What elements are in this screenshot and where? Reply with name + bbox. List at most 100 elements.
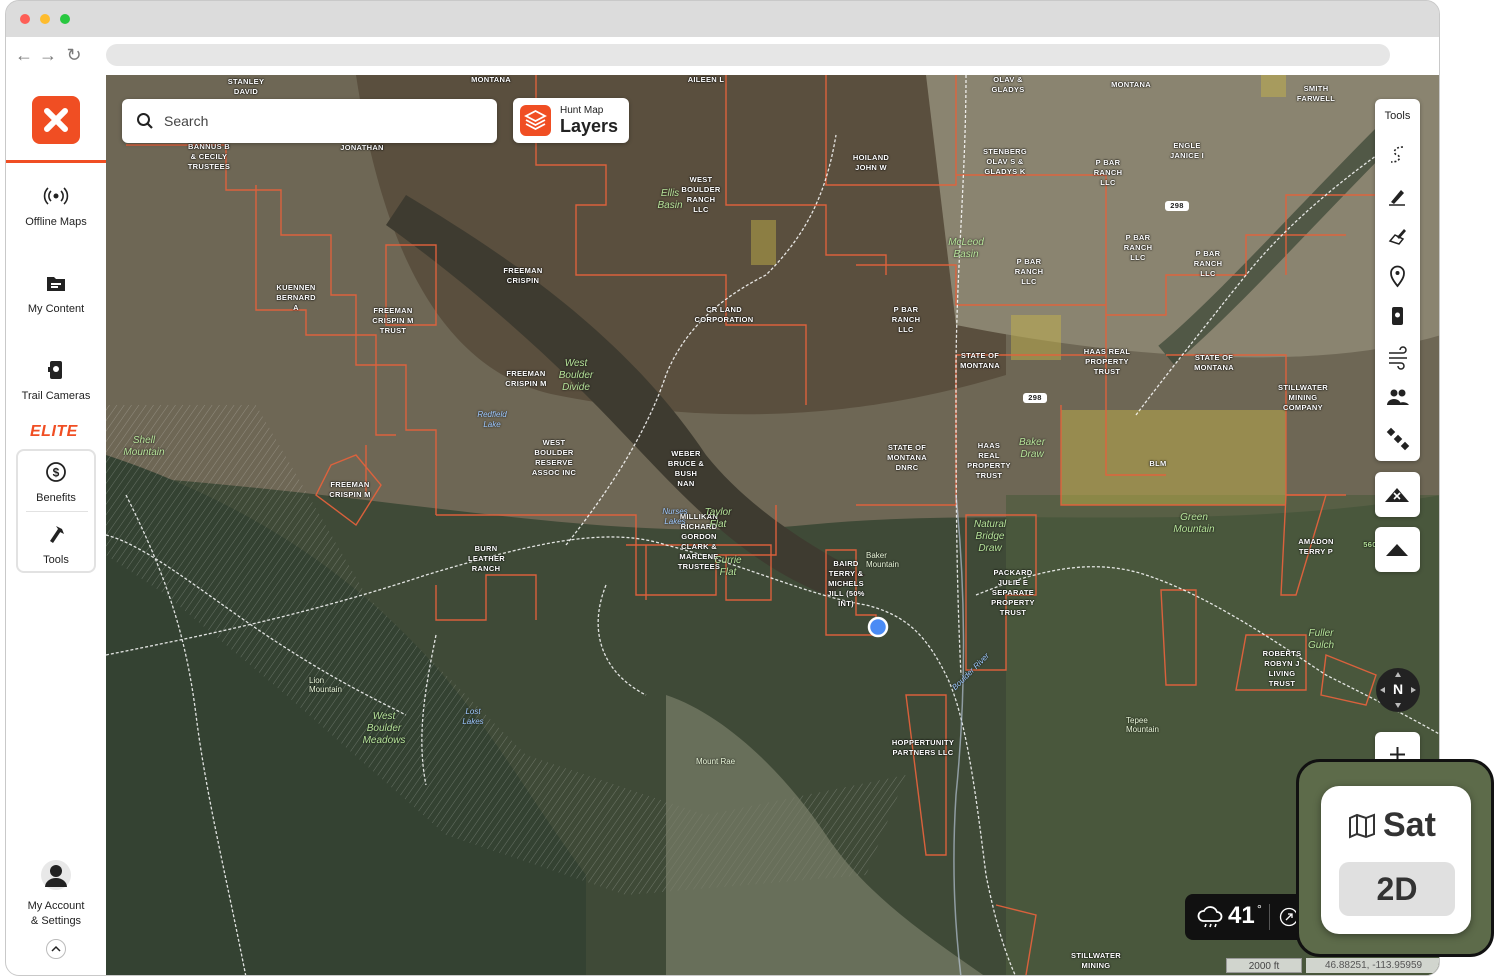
sidebar: Offline Maps My Content Trail Cameras EL… <box>6 75 106 975</box>
map-label: PACKARD JULIE E SEPARATE PROPERTY TRUST <box>991 568 1035 617</box>
map-label: STANLEY DAVID <box>227 77 265 96</box>
broadcast-icon <box>43 187 69 205</box>
tools-icon <box>50 526 64 543</box>
map-label: HOILAND JOHN W <box>852 153 890 172</box>
map-label: OLAV & GLADYS <box>991 75 1025 94</box>
collapse-chevron-button[interactable] <box>46 939 66 959</box>
basemap-toggle-zoom: Sat 2D <box>1296 759 1494 957</box>
tools-panel: Tools <box>1375 99 1420 461</box>
terrain-label: West Boulder Divide <box>558 358 594 393</box>
hunt-map-layers-button[interactable]: Hunt Map Layers <box>513 98 629 143</box>
map-label: P BAR RANCH LLC <box>1123 233 1153 262</box>
map-label: FREEMAN CRISPIN M TRUST <box>372 306 414 335</box>
divider <box>26 511 88 512</box>
url-bar[interactable] <box>106 44 1390 66</box>
peak-label: Lion Mountain <box>309 676 342 694</box>
terrain-3d-button[interactable] <box>1375 527 1420 572</box>
map-label: HOPPERTUNITY PARTNERS LLC <box>891 738 955 757</box>
compass-button[interactable]: N <box>1376 668 1420 712</box>
mountain-x-icon <box>1385 488 1409 502</box>
avatar-icon <box>41 860 71 890</box>
terrain-label: Fuller Gulch <box>1307 628 1335 651</box>
terrain-label: Shell Mountain <box>123 435 165 458</box>
2d-mode-button[interactable]: 2D <box>1339 862 1455 916</box>
terrain-x-button[interactable] <box>1375 472 1420 517</box>
search-placeholder[interactable]: Search <box>164 113 208 129</box>
map-label: BLM <box>1149 459 1167 468</box>
map-canvas[interactable]: STANLEY DAVID MONTANA AILEEN L OLAV & GL… <box>106 75 1439 975</box>
map-label: ENGLE JANICE I <box>1169 141 1205 160</box>
account-label-line2: & Settings <box>30 915 82 927</box>
map-label: AMADON TERRY P <box>1298 537 1334 556</box>
coordinates-readout: 46.88251, -113.95959 <box>1306 958 1439 973</box>
account-label-line1: My Account <box>27 900 85 912</box>
map-label: ROBERTS ROBYN J LIVING TRUST <box>1262 649 1302 688</box>
dollar-circle-icon: $ <box>46 462 66 482</box>
satellite-icon[interactable] <box>1375 424 1420 454</box>
title-bar <box>6 1 1439 37</box>
trail-camera-icon[interactable] <box>1375 301 1420 331</box>
waypoint-icon[interactable] <box>1375 261 1420 291</box>
forward-arrow-icon[interactable]: → <box>38 45 58 65</box>
map-label: FREEMAN CRISPIN M <box>329 480 371 499</box>
map-label: CR LAND CORPORATION <box>694 305 754 324</box>
basemap-toggle-card[interactable]: Sat 2D <box>1321 786 1471 934</box>
logo-area <box>6 75 106 163</box>
peak-label: Tepee Mountain <box>1126 716 1159 734</box>
onx-logo[interactable] <box>32 96 80 144</box>
map-label: STATE OF MONTANA DNRC <box>887 443 927 472</box>
satellite-mode-label[interactable]: Sat <box>1383 806 1436 845</box>
reload-icon[interactable]: ↻ <box>64 45 84 65</box>
rain-cloud-icon <box>1197 906 1223 928</box>
layers-title: Layers <box>560 116 619 136</box>
map-label: BURN LEATHER RANCH <box>468 544 505 573</box>
minimize-window-button[interactable] <box>40 14 50 24</box>
chevron-up-icon <box>51 945 61 952</box>
app-container: Offline Maps My Content Trail Cameras EL… <box>6 75 1439 975</box>
map-icon <box>1349 813 1375 839</box>
browser-window: ← → ↻ Offline Maps My Content Trail Came… <box>5 0 1440 976</box>
sidebar-item-label: Offline Maps <box>25 216 87 228</box>
temperature-value: 41 <box>1228 902 1255 929</box>
terrain-label: Ellis Basin <box>657 188 683 211</box>
divider <box>1269 904 1270 930</box>
svg-text:$: $ <box>53 466 60 480</box>
layers-subtitle: Hunt Map <box>560 105 604 116</box>
sidebar-item-trail-cameras[interactable]: Trail Cameras <box>6 357 106 403</box>
sidebar-item-label: Benefits <box>36 492 76 504</box>
sidebar-item-account[interactable]: My Account & Settings <box>6 859 106 928</box>
map-label: WEBER BRUCE & BUSH NAN <box>667 449 705 488</box>
back-arrow-icon[interactable]: ← <box>14 45 34 65</box>
map-label: HAAS REAL PROPERTY TRUST <box>967 441 1011 480</box>
draw-shape-icon[interactable] <box>1375 221 1420 251</box>
search-bar[interactable]: Search <box>122 99 497 143</box>
map-label: STENBERG OLAV S & GLADYS K <box>982 147 1028 176</box>
sidebar-item-benefits[interactable]: $ Benefits <box>16 459 96 505</box>
weather-widget[interactable]: 41 ° <box>1185 894 1305 940</box>
sidebar-item-tools[interactable]: Tools <box>16 521 96 567</box>
map-label: STILLWATER MINING <box>1071 951 1121 970</box>
map-label: FREEMAN CRISPIN M <box>505 369 547 388</box>
route-icon[interactable] <box>1375 139 1420 169</box>
sidebar-item-offline-maps[interactable]: Offline Maps <box>6 183 106 229</box>
scale-bar: 2000 ft <box>1226 958 1302 973</box>
folder-icon <box>47 277 65 291</box>
terrain-label: Natural Bridge Draw <box>973 519 1007 554</box>
map-label: JONATHAN <box>340 143 384 152</box>
sidebar-item-label: Trail Cameras <box>21 390 91 402</box>
sidebar-item-label: Tools <box>43 554 69 566</box>
sidebar-item-my-content[interactable]: My Content <box>6 270 106 316</box>
peak-label: Mount Rae <box>696 757 736 766</box>
map-label: STATE OF MONTANA <box>960 351 1000 370</box>
terrain-label: Baker Draw <box>1018 437 1046 460</box>
people-icon[interactable] <box>1375 383 1420 413</box>
maximize-window-button[interactable] <box>60 14 70 24</box>
draw-line-icon[interactable] <box>1375 180 1420 210</box>
wind-icon[interactable] <box>1375 342 1420 372</box>
mountain-icon <box>1386 544 1408 556</box>
map-label: MONTANA <box>1111 80 1151 89</box>
terrain-label: Currie Flat <box>714 555 742 578</box>
map-label: KUENNEN BERNARD A <box>276 283 316 312</box>
close-window-button[interactable] <box>20 14 30 24</box>
map-label: P BAR RANCH LLC <box>1014 257 1044 286</box>
